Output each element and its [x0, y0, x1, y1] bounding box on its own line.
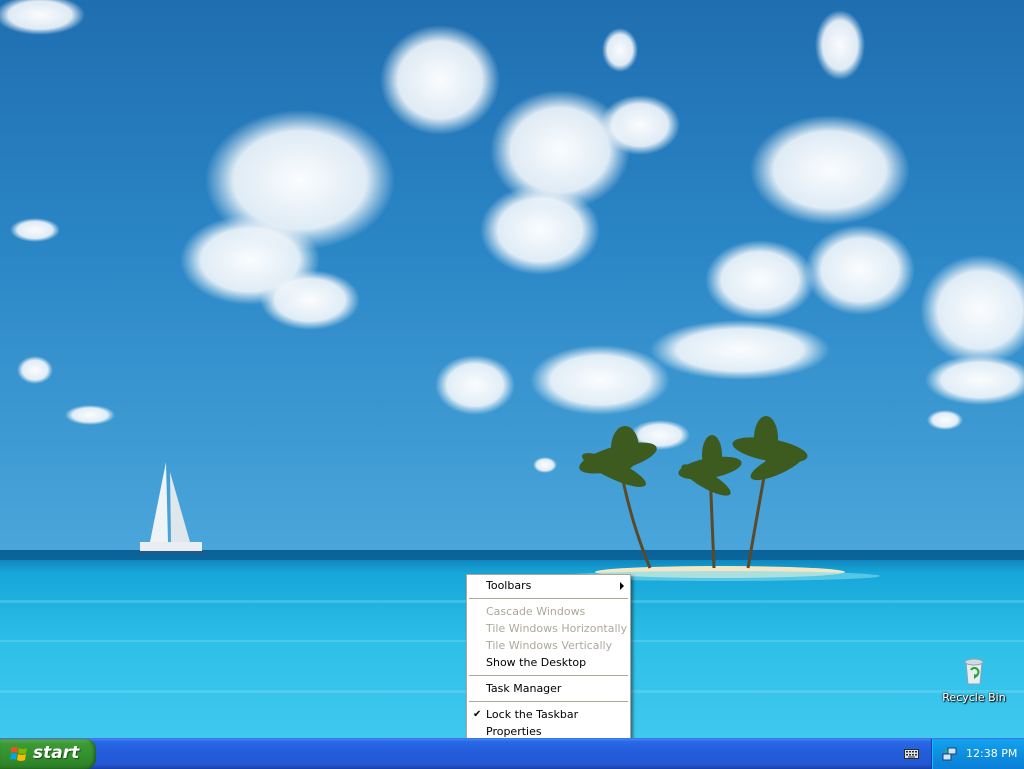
menu-item-label: Task Manager: [486, 682, 562, 695]
menu-item-label: Show the Desktop: [486, 656, 587, 669]
network-icon[interactable]: [942, 746, 958, 762]
desktop-icon-label: Recycle Bin: [942, 691, 1006, 704]
desktop[interactable]: Recycle Bin Toolbars Cascade Windows Til…: [0, 0, 1024, 738]
windows-logo-icon: [10, 747, 27, 761]
menu-item-toolbars[interactable]: Toolbars: [467, 577, 630, 594]
notification-area: 12:38 PM: [931, 739, 1024, 769]
menu-item-tile-vertically[interactable]: Tile Windows Vertically: [467, 637, 630, 654]
desktop-icon-recycle-bin[interactable]: Recycle Bin: [936, 652, 1012, 704]
menu-item-label: Properties: [486, 725, 542, 738]
checkmark-icon: ✔: [473, 709, 482, 720]
start-button[interactable]: start: [0, 739, 96, 769]
menu-item-label: Lock the Taskbar: [486, 708, 579, 721]
keyboard-icon[interactable]: [904, 747, 919, 760]
submenu-arrow-icon: [620, 582, 624, 590]
menu-item-properties[interactable]: Properties: [467, 723, 630, 738]
menu-separator: [469, 701, 628, 702]
menu-item-label: Tile Windows Horizontally: [486, 622, 628, 635]
menu-item-task-manager[interactable]: Task Manager: [467, 680, 630, 697]
clock[interactable]: 12:38 PM: [966, 747, 1017, 760]
taskbar[interactable]: start 12:38 PM: [0, 738, 1024, 769]
menu-item-label: Toolbars: [486, 579, 532, 592]
start-label: start: [33, 743, 80, 763]
menu-item-label: Cascade Windows: [486, 605, 586, 618]
menu-item-label: Tile Windows Vertically: [486, 639, 613, 652]
taskbar-context-menu: Toolbars Cascade Windows Tile Windows Ho…: [466, 574, 631, 738]
menu-item-tile-horizontally[interactable]: Tile Windows Horizontally: [467, 620, 630, 637]
menu-item-show-desktop[interactable]: Show the Desktop: [467, 654, 630, 671]
menu-item-lock-taskbar[interactable]: ✔ Lock the Taskbar: [467, 706, 630, 723]
recycle-bin-icon: [964, 658, 984, 685]
menu-item-cascade-windows[interactable]: Cascade Windows: [467, 603, 630, 620]
menu-separator: [469, 598, 628, 599]
menu-separator: [469, 675, 628, 676]
